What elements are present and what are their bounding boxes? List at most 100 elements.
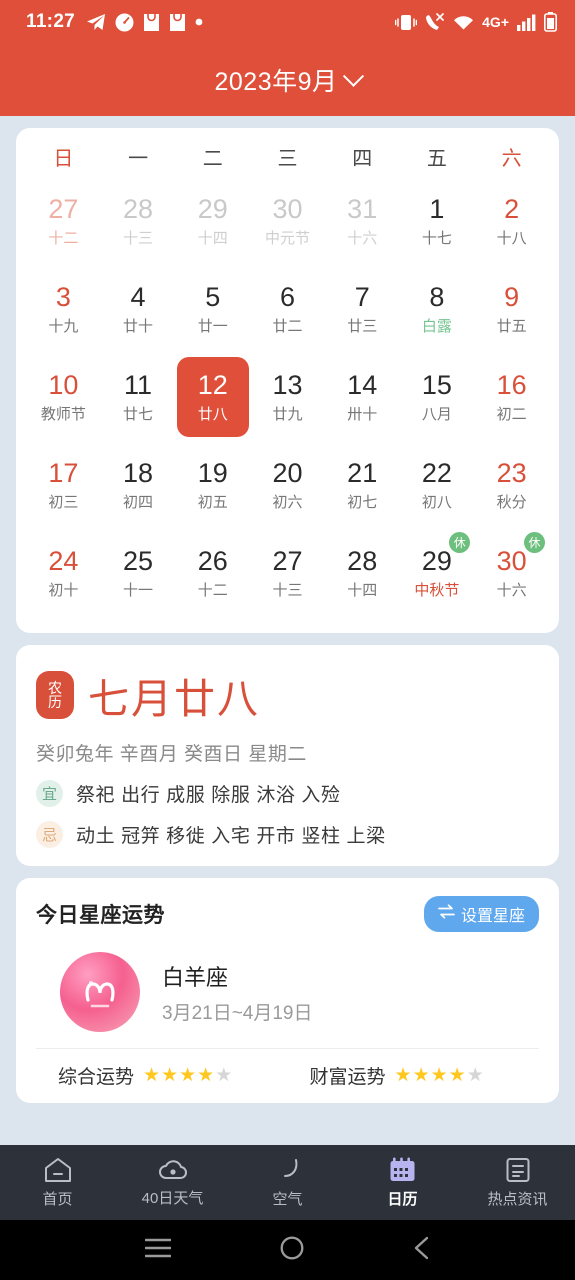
calendar-day-18[interactable]: 18 初四 (101, 441, 176, 529)
calendar-day-9[interactable]: 9 廿五 (474, 265, 549, 353)
zodiac-row[interactable]: 白羊座 3月21日~4月19日 (36, 952, 539, 1032)
calendar-day-29[interactable]: 29 十四 (175, 177, 250, 265)
calendar-day-19[interactable]: 19 初五 (175, 441, 250, 529)
weekday-三: 三 (277, 148, 298, 170)
day-lunar-label: 十四 (347, 582, 378, 600)
call-mute-icon (425, 12, 445, 32)
horoscope-header: 今日星座运势 设置星座 (36, 896, 539, 932)
day-cell-inner: 8 白露 (401, 269, 473, 349)
shopping-bag-icon (143, 13, 160, 32)
day-cell-inner: 23 秋分 (476, 445, 548, 525)
tab-40日天气[interactable]: 40日天气 (115, 1158, 230, 1208)
calendar-day-26[interactable]: 26 十二 (175, 529, 250, 617)
calendar-day-25[interactable]: 25 十一 (101, 529, 176, 617)
day-number: 8 (429, 281, 445, 312)
calendar-week-row: 10 教师节 11 廿七 12 廿八 13 廿九 14 卅十 15 八月 16 初二 (26, 353, 549, 441)
calendar-day-22[interactable]: 22 初八 (400, 441, 475, 529)
day-lunar-label: 廿七 (123, 406, 154, 424)
horoscope-title: 今日星座运势 (36, 904, 165, 927)
calendar-day-3[interactable]: 3 十九 (26, 265, 101, 353)
day-lunar-label: 廿二 (272, 318, 303, 336)
calendar-day-12[interactable]: 12 廿八 (175, 353, 250, 441)
calendar-day-31[interactable]: 31 十六 (325, 177, 400, 265)
calendar-day-28[interactable]: 28 十四 (325, 529, 400, 617)
calendar-day-29[interactable]: 29 中秋节休 (400, 529, 475, 617)
day-number: 10 (48, 369, 79, 400)
day-number: 17 (48, 457, 79, 488)
calendar-day-2[interactable]: 2 十八 (474, 177, 549, 265)
wifi-icon (453, 14, 474, 31)
calendar-day-21[interactable]: 21 初七 (325, 441, 400, 529)
day-cell-inner: 17 初三 (27, 445, 99, 525)
tab-label: 空气 (272, 1190, 303, 1208)
star-icon: ★ (412, 1065, 430, 1086)
calendar-day-10[interactable]: 10 教师节 (26, 353, 101, 441)
tab-空气[interactable]: 空气 (230, 1157, 345, 1209)
calendar-day-28[interactable]: 28 十三 (101, 177, 176, 265)
horoscope-divider (36, 1048, 539, 1049)
day-lunar-label: 十四 (197, 230, 228, 248)
calendar-day-27[interactable]: 27 十三 (250, 529, 325, 617)
day-number: 22 (421, 457, 452, 488)
signal-icon (517, 14, 536, 31)
calendar-day-24[interactable]: 24 初十 (26, 529, 101, 617)
day-lunar-label: 初三 (48, 494, 79, 512)
star-icon: ★ (179, 1065, 197, 1086)
tab-label: 首页 (42, 1190, 73, 1208)
calendar-day-16[interactable]: 16 初二 (474, 353, 549, 441)
tab-热点资讯[interactable]: 热点资讯 (460, 1157, 575, 1209)
day-number: 28 (347, 545, 378, 576)
calendar-day-30[interactable]: 30 中元节 (250, 177, 325, 265)
day-cell-inner: 31 十六 (326, 181, 398, 261)
calendar-day-4[interactable]: 4 廿十 (101, 265, 176, 353)
calendar-day-11[interactable]: 11 廿七 (101, 353, 176, 441)
home-circle-icon[interactable] (280, 1236, 304, 1265)
lunar-info-card: 农 历 七月廿八 癸卯兔年 辛酉月 癸酉日 星期二 宜 祭祀 出行 成服 除服 … (16, 645, 559, 866)
calendar-day-17[interactable]: 17 初三 (26, 441, 101, 529)
calendar-day-23[interactable]: 23 秋分 (474, 441, 549, 529)
calendar-day-7[interactable]: 7 廿三 (325, 265, 400, 353)
star-icon: ★ (197, 1065, 215, 1086)
day-number: 3 (55, 281, 71, 312)
day-lunar-label: 白露 (421, 318, 452, 336)
calendar-card: 日 一 二 三 四 五 六 27 十二 28 十三 29 十四 30 中元节 31 十六 1 十七 2 十八 3 十九 4 廿… (16, 128, 559, 633)
day-lunar-label: 十六 (347, 230, 378, 248)
weekday-五: 五 (426, 148, 447, 170)
back-icon[interactable] (413, 1236, 431, 1265)
set-zodiac-label: 设置星座 (460, 908, 525, 925)
calendar-day-15[interactable]: 15 八月 (400, 353, 475, 441)
calendar-day-6[interactable]: 6 廿二 (250, 265, 325, 353)
day-cell-inner: 6 廿二 (251, 269, 323, 349)
calendar-day-1[interactable]: 1 十七 (400, 177, 475, 265)
weekday-一: 一 (128, 148, 149, 170)
day-cell-inner: 1 十七 (401, 181, 473, 261)
day-lunar-label: 初二 (496, 406, 527, 424)
speedometer-icon (115, 13, 134, 32)
calendar-day-13[interactable]: 13 廿九 (250, 353, 325, 441)
day-lunar-label: 教师节 (40, 406, 86, 424)
calendar-day-5[interactable]: 5 廿一 (175, 265, 250, 353)
bottom-tabbar: 首页 40日天气 空气 日历 热点资讯 (0, 1145, 575, 1220)
chevron-down-icon[interactable] (342, 65, 364, 87)
fortune-item: 综合运势 ★ ★ ★ ★ ★ (36, 1062, 288, 1089)
ganzhi-line: 癸卯兔年 辛酉月 癸酉日 星期二 (36, 744, 307, 765)
page-title[interactable]: 2023年9月 (214, 62, 337, 98)
weekday-四: 四 (352, 148, 373, 170)
day-number: 31 (347, 193, 378, 224)
weekday-二: 二 (202, 148, 223, 170)
set-zodiac-button[interactable]: 设置星座 (423, 896, 539, 932)
tab-首页[interactable]: 首页 (0, 1157, 115, 1209)
calendar-day-30[interactable]: 30 十六 休 (474, 529, 549, 617)
calendar-day-8[interactable]: 8 白露 (400, 265, 475, 353)
calendar-day-14[interactable]: 14 卅十 (325, 353, 400, 441)
day-number: 9 (504, 281, 520, 312)
recents-icon[interactable] (144, 1238, 171, 1263)
telegram-icon (86, 13, 106, 31)
day-lunar-label: 卅十 (347, 406, 378, 424)
tab-日历[interactable]: 日历 (345, 1157, 460, 1209)
swap-icon (438, 904, 455, 924)
day-lunar-label: 初六 (272, 494, 303, 512)
calendar-day-20[interactable]: 20 初六 (250, 441, 325, 529)
day-lunar-label: 中元节 (264, 230, 310, 248)
calendar-day-27[interactable]: 27 十二 (26, 177, 101, 265)
